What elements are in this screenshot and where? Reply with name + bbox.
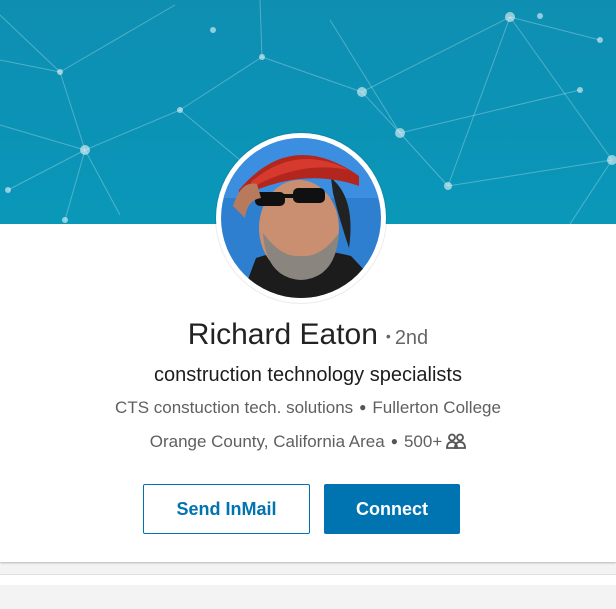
next-section-edge <box>0 574 616 585</box>
experience-education-row: CTS constuction tech. solutions ● Fullerto… <box>0 398 616 418</box>
profile-photo <box>221 138 381 298</box>
people-icon <box>446 433 467 454</box>
connection-degree: • 2nd <box>386 327 428 349</box>
connections-count[interactable]: 500+ <box>404 432 442 451</box>
profile-card: Richard Eaton • 2nd construction technolog… <box>0 0 616 562</box>
profile-headline: construction technology specialists <box>154 364 462 386</box>
separator-dot: ● <box>359 400 367 414</box>
profile-name: Richard Eaton <box>187 318 378 351</box>
degree-label: 2nd <box>394 327 429 349</box>
current-company[interactable]: CTS constuction tech. solutions <box>115 398 353 417</box>
degree-separator-dot: • <box>385 328 391 344</box>
profile-photo-frame[interactable] <box>216 133 386 303</box>
location: Orange County, California Area <box>149 432 385 451</box>
education-school[interactable]: Fullerton College <box>372 398 501 417</box>
name-line: Richard Eaton • 2nd <box>0 318 616 352</box>
location-connections-row: Orange County, California Area ● 500+ <box>0 432 616 454</box>
send-inmail-button[interactable]: Send InMail <box>143 484 310 534</box>
separator-dot: ● <box>390 434 398 448</box>
connect-button[interactable]: Connect <box>324 484 460 534</box>
